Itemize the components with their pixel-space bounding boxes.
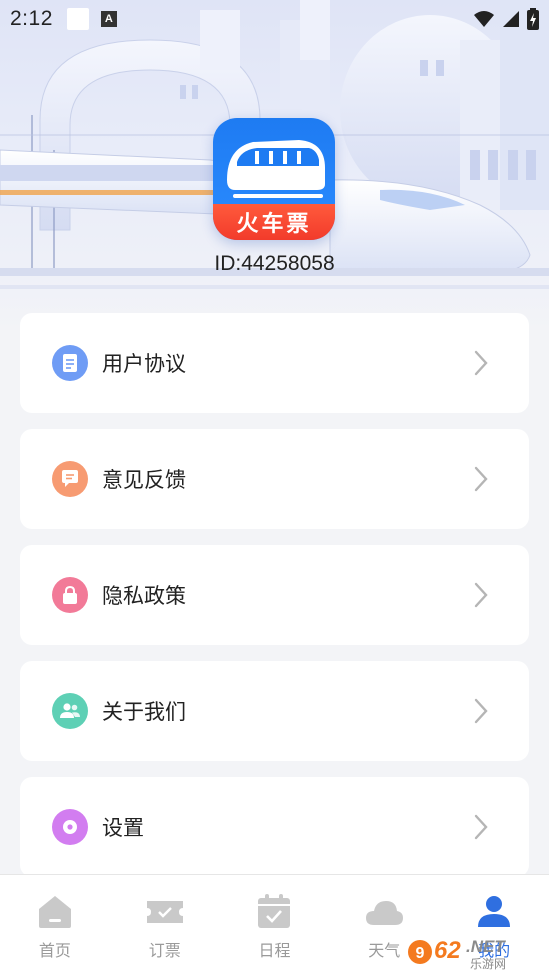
ticket-icon	[146, 901, 183, 923]
app-logo-text: 火车票	[213, 204, 335, 240]
user-id: ID:44258058	[214, 252, 335, 275]
svg-text:乐游网: 乐游网	[470, 957, 506, 971]
chevron-right-icon	[474, 698, 488, 724]
battery-icon	[527, 8, 539, 30]
keyboard-a-icon: A	[100, 11, 117, 27]
menu-item-label: 隐私政策	[102, 584, 186, 608]
nav-item-schedule[interactable]: 日程	[220, 875, 330, 976]
chevron-right-icon	[474, 582, 488, 608]
nav-item-label: 日程	[258, 941, 291, 960]
status-bar: 2:12 A	[0, 0, 549, 38]
cloud-icon	[366, 901, 404, 925]
header-banner: 2:12 A 火车票 ID:44258058	[0, 0, 549, 330]
settings-icon	[52, 809, 88, 845]
feedback-icon	[52, 461, 88, 497]
nav-item-label: 订票	[148, 941, 181, 960]
menu-item-privacy-policy[interactable]: 隐私政策	[20, 545, 529, 645]
menu-item-label: 意见反馈	[102, 468, 186, 492]
svg-text:9: 9	[416, 945, 425, 962]
signal-icon	[503, 11, 519, 27]
menu-item-label: 用户协议	[102, 352, 186, 376]
nav-item-label: 首页	[38, 941, 71, 960]
status-time: 2:12	[10, 7, 53, 30]
calendar-icon	[258, 894, 291, 928]
svg-text:62: 62	[434, 937, 461, 964]
menu-item-label: 关于我们	[102, 700, 186, 724]
nav-item-label: 天气	[368, 941, 401, 960]
people-icon	[52, 693, 88, 729]
home-icon	[38, 896, 71, 928]
menu-item-about-us[interactable]: 关于我们	[20, 661, 529, 761]
chevron-right-icon	[474, 350, 488, 376]
chevron-right-icon	[474, 466, 488, 492]
notification-square-icon	[66, 8, 89, 30]
train-icon	[227, 140, 325, 198]
svg-text:.NET: .NET	[466, 937, 506, 956]
menu-item-user-agreement[interactable]: 用户协议	[20, 313, 529, 413]
lock-icon	[52, 577, 88, 613]
document-icon	[52, 345, 88, 381]
app-logo: 火车票	[213, 118, 335, 240]
site-watermark-logo: 9 62 .NET 乐游网	[408, 937, 506, 971]
menu-item-feedback[interactable]: 意见反馈	[20, 429, 529, 529]
chevron-right-icon	[474, 814, 488, 840]
user-icon	[478, 896, 511, 927]
menu-item-settings[interactable]: 设置	[20, 777, 529, 877]
menu-item-label: 设置	[102, 816, 144, 840]
wifi-icon	[474, 11, 494, 27]
nav-item-home[interactable]: 首页	[0, 875, 110, 976]
nav-item-booking[interactable]: 订票	[110, 875, 220, 976]
